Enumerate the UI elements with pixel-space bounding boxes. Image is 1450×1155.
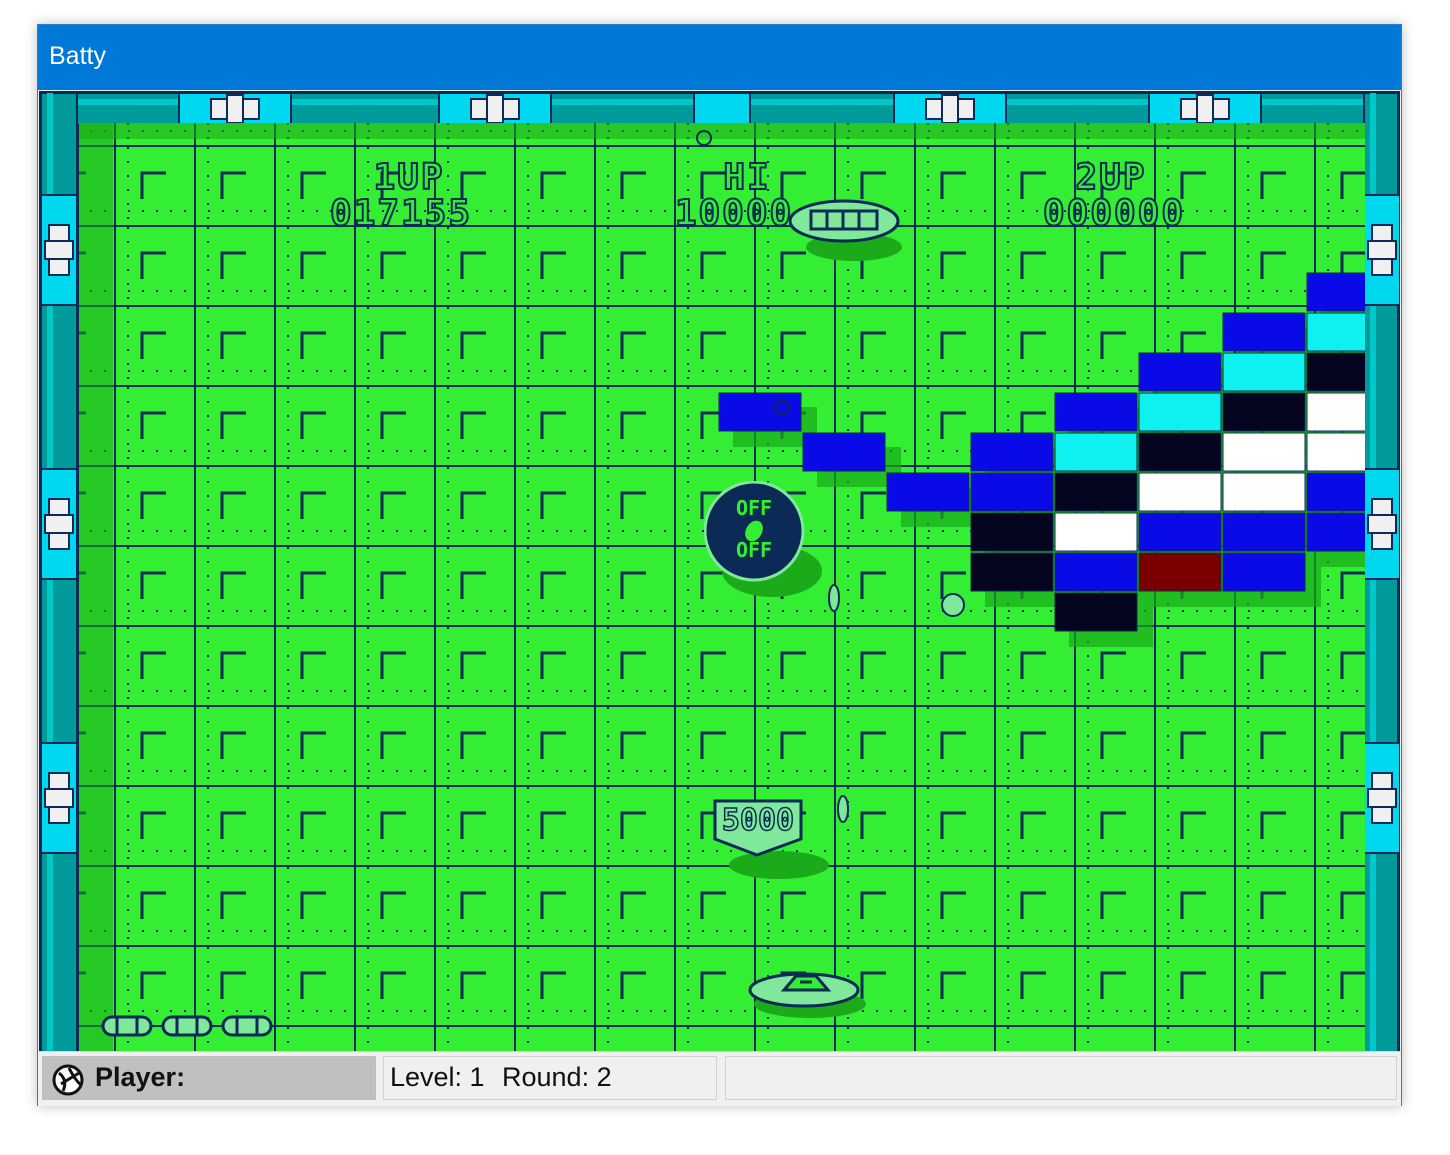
life-icon [101,1015,153,1037]
brick [1222,312,1306,352]
powerup-disc[interactable]: OFF OFF [704,481,844,611]
brick [802,432,886,472]
spark-item [774,400,790,416]
powerup-text-bottom: OFF [736,538,772,562]
window-title: Batty [49,42,106,70]
round-label: Round: 2 [502,1062,612,1092]
ball [941,593,965,617]
brick [1306,392,1365,432]
brick [1306,472,1365,512]
app-window: Batty 1UP 017155 HI 10000 2UP 000000 OFF… [37,24,1402,1106]
brick [1138,512,1222,552]
brick [1222,392,1306,432]
brick [1138,472,1222,512]
brick [1222,472,1306,512]
powerup-text-top: OFF [736,496,772,520]
life-icon [161,1015,213,1037]
brick [970,472,1054,512]
brick [1222,552,1306,592]
status-pane-level: Level: 1 Round: 2 [383,1056,717,1100]
brick [1222,512,1306,552]
brick [1306,432,1365,472]
status-bar: Player: Level: 1 Round: 2 [38,1051,1401,1106]
brick [1306,272,1365,312]
brick [1222,352,1306,392]
life-icon [221,1015,273,1037]
brick [1138,392,1222,432]
brick [1054,552,1138,592]
brick [1222,432,1306,472]
status-pane-player: Player: [42,1056,376,1100]
brick [1138,552,1222,592]
ball-icon [52,1064,84,1096]
player-bat[interactable] [744,968,874,1028]
brick [1306,352,1365,392]
brick [1138,432,1222,472]
capsule-item [828,584,840,612]
bonus-value: 5000 [721,802,795,839]
brick [1054,392,1138,432]
player-label: Player: [95,1062,186,1092]
brick [1306,312,1365,352]
status-pane-empty [725,1056,1397,1100]
brick [1138,352,1222,392]
title-bar[interactable]: Batty [38,25,1401,90]
brick [970,512,1054,552]
play-field: 1UP 017155 HI 10000 2UP 000000 OFF OFF 5… [79,123,1365,1071]
brick [1306,512,1365,552]
brick [1054,512,1138,552]
spark-item [696,130,712,146]
game-canvas[interactable]: 1UP 017155 HI 10000 2UP 000000 OFF OFF 5… [39,91,1400,1071]
brick [970,432,1054,472]
brick [970,552,1054,592]
brick [1054,472,1138,512]
lives-indicator [101,1015,301,1045]
brick [886,472,970,512]
brick [1054,432,1138,472]
brick [1054,592,1138,632]
level-label: Level: 1 [390,1062,485,1092]
